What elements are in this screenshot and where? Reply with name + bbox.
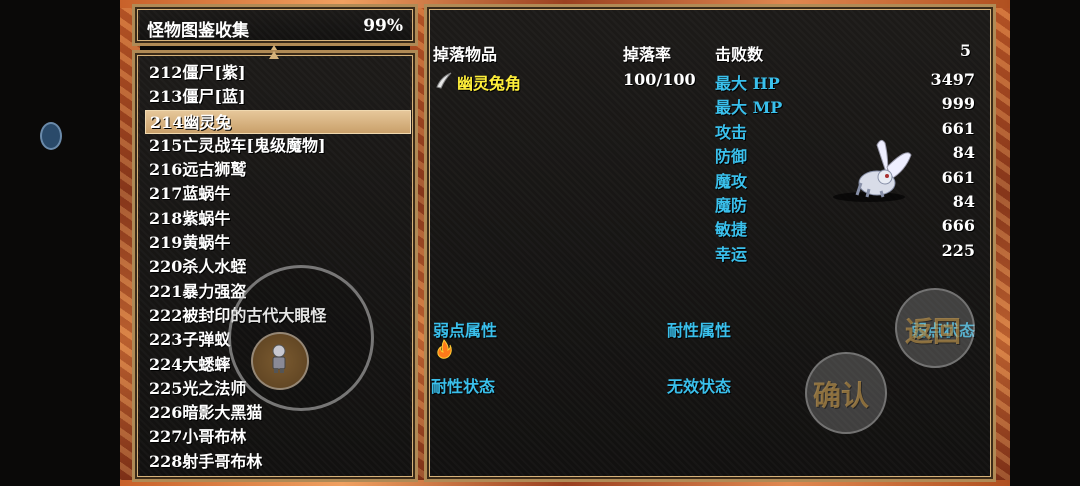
stat-row: 最大 MP 999	[715, 94, 975, 118]
monster-list-item[interactable]: 217蓝蜗牛	[145, 182, 411, 206]
stat-label: 最大 HP	[715, 74, 780, 93]
stat-label: 防御	[715, 147, 748, 167]
stat-label: 魔防	[715, 196, 748, 215]
virtual-joystick[interactable]	[228, 265, 374, 411]
fire-icon	[437, 339, 452, 359]
defeat-count-label: 击败数	[715, 45, 764, 64]
stat-row: 敏捷 666	[715, 216, 975, 240]
drop-item-name: 幽灵兔角	[457, 74, 522, 93]
monster-list-item[interactable]: 227小哥布林	[145, 425, 411, 449]
stat-value: 84	[952, 143, 975, 163]
stat-value: 84	[952, 192, 975, 211]
floating-menu-button[interactable]	[40, 122, 62, 150]
scroll-up-icon[interactable]	[269, 51, 279, 59]
stat-label: 幸运	[715, 244, 748, 264]
defeat-count-value: 5	[959, 41, 971, 60]
monster-list-item[interactable]: 219黄蜗牛	[145, 231, 411, 255]
stat-label: 敏捷	[715, 220, 748, 240]
bestiary-header: 怪物图鉴收集 99%	[132, 4, 418, 53]
player-character-icon	[272, 344, 286, 373]
weakness-attribute-label: 弱点属性	[433, 321, 498, 340]
stat-value: 666	[941, 216, 975, 236]
immune-state-label: 无效状态	[667, 377, 732, 396]
stat-row: 幸运 225	[715, 241, 975, 265]
confirm-button-label[interactable]: 确认	[813, 374, 869, 414]
monster-list-item[interactable]: 218紫蜗牛	[145, 207, 411, 231]
stat-label: 攻击	[715, 122, 748, 142]
horn-icon	[436, 72, 452, 89]
monster-list-item[interactable]: 213僵尸[蓝]	[145, 85, 411, 109]
stat-value: 661	[941, 118, 975, 138]
drop-rate-header: 掉落率	[623, 45, 672, 64]
monster-detail-panel: 掉落物品 掉落率 击败数 5 幽灵兔角 100/100 最大 HP 3497 最大 …	[424, 4, 996, 482]
monster-list-item[interactable]: 216远古狮鹫	[145, 158, 411, 182]
stat-value: 661	[941, 167, 975, 187]
stat-value: 3497	[930, 70, 975, 89]
monster-sprite	[833, 139, 912, 202]
monster-list-item[interactable]: 212僵尸[紫]	[145, 61, 411, 85]
completion-percent: 99%	[363, 16, 403, 36]
resist-attribute-label: 耐性属性	[667, 321, 732, 340]
drop-item-rate: 100/100	[623, 70, 696, 89]
drop-items-header: 掉落物品	[433, 45, 498, 64]
monster-list-panel: 212僵尸[紫] 213僵尸[蓝] 214幽灵兔 215亡灵战车[鬼级魔物] 216远古…	[132, 50, 418, 482]
monster-list-item[interactable]: 214幽灵兔	[145, 109, 411, 134]
page-title: 怪物图鉴收集	[147, 21, 249, 41]
back-button-label[interactable]: 返回	[905, 310, 961, 350]
stat-row: 最大 HP 3497	[715, 70, 975, 94]
stat-value: 999	[941, 94, 975, 114]
stat-label: 魔攻	[715, 171, 748, 191]
monster-list-item[interactable]: 215亡灵战车[鬼级魔物]	[145, 134, 411, 158]
stat-value: 225	[941, 240, 975, 260]
resist-state-label: 耐性状态	[431, 377, 496, 396]
stat-label: 最大 MP	[715, 98, 783, 118]
monster-list-item[interactable]: 228射手哥布林	[145, 450, 411, 474]
